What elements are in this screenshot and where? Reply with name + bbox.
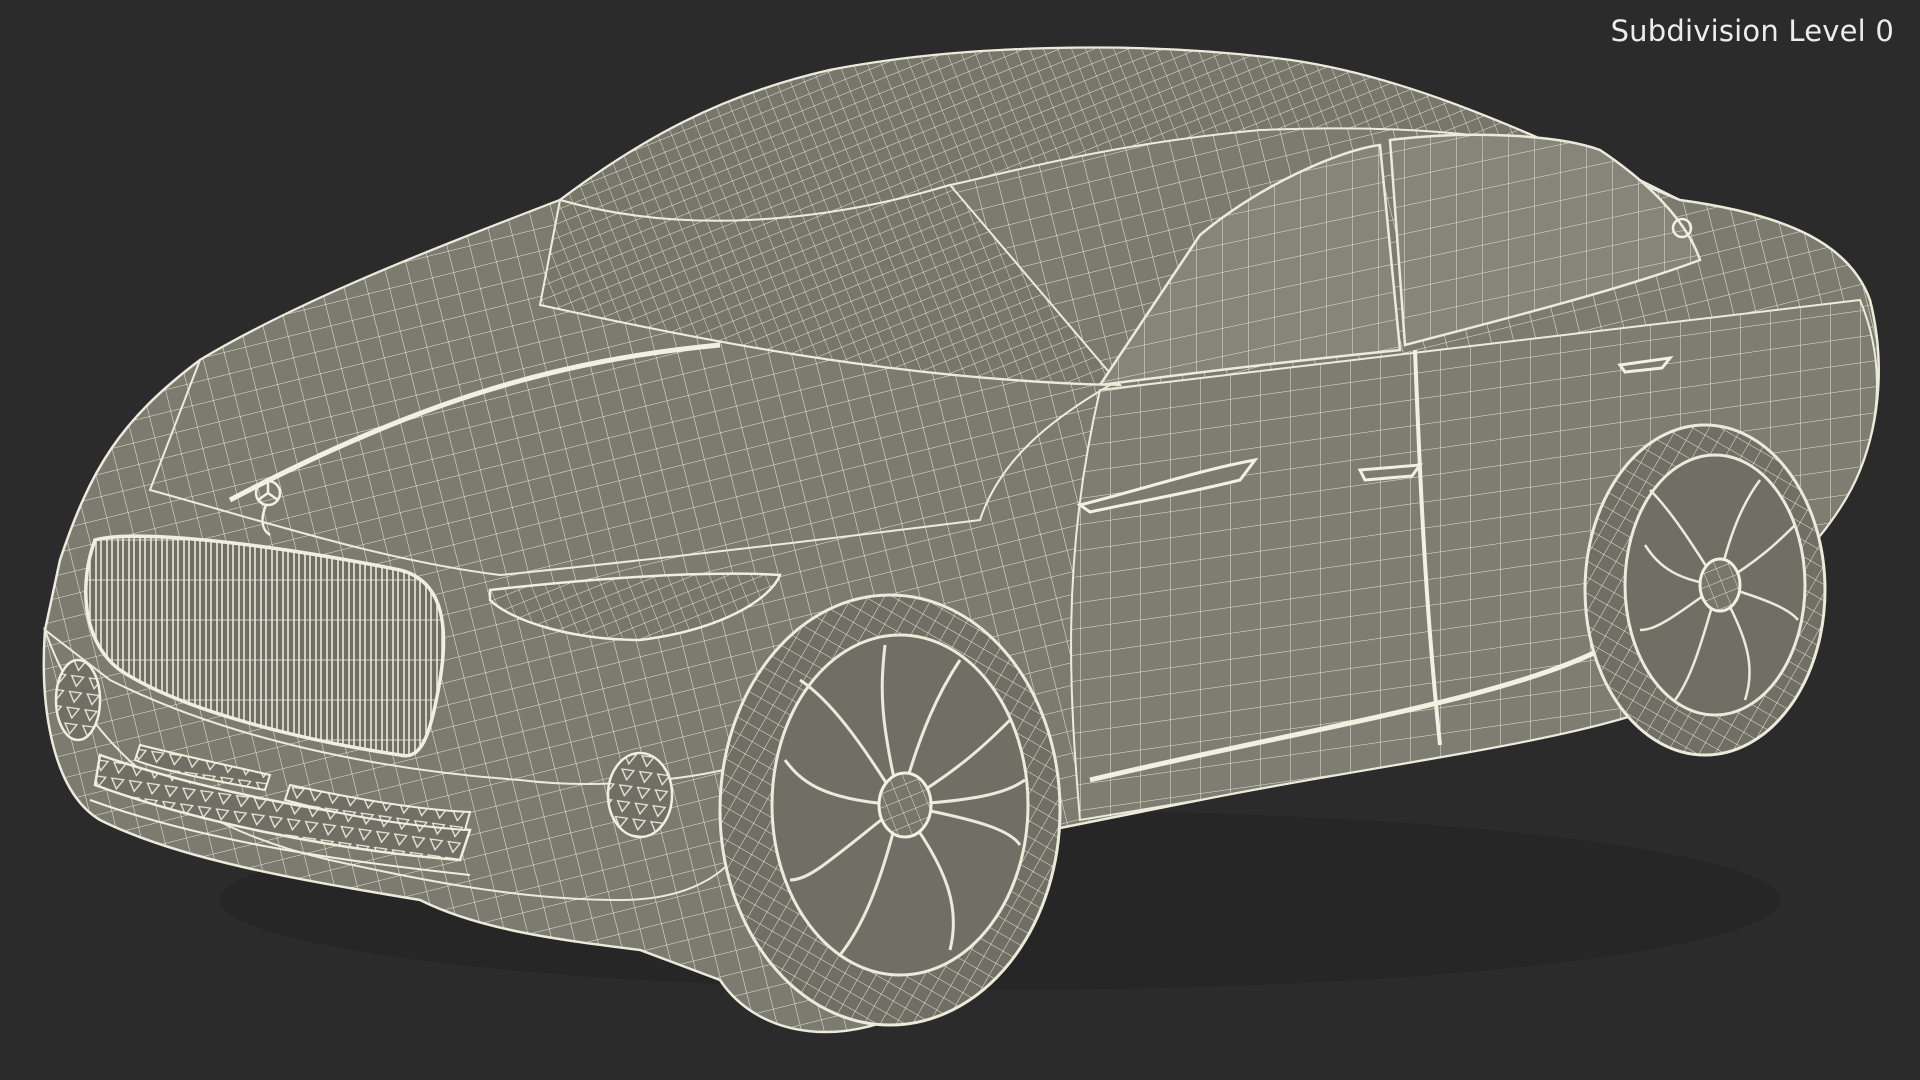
fog-light-left — [54, 658, 102, 742]
subdivision-level-label: Subdivision Level 0 — [1610, 14, 1894, 48]
car-wireframe-render — [42, 46, 1880, 1034]
fog-light-right — [606, 751, 674, 839]
3d-viewport[interactable]: Subdivision Level 0 — [0, 0, 1920, 1080]
rear-wheel — [1583, 423, 1827, 757]
front-wheel — [718, 593, 1062, 1027]
